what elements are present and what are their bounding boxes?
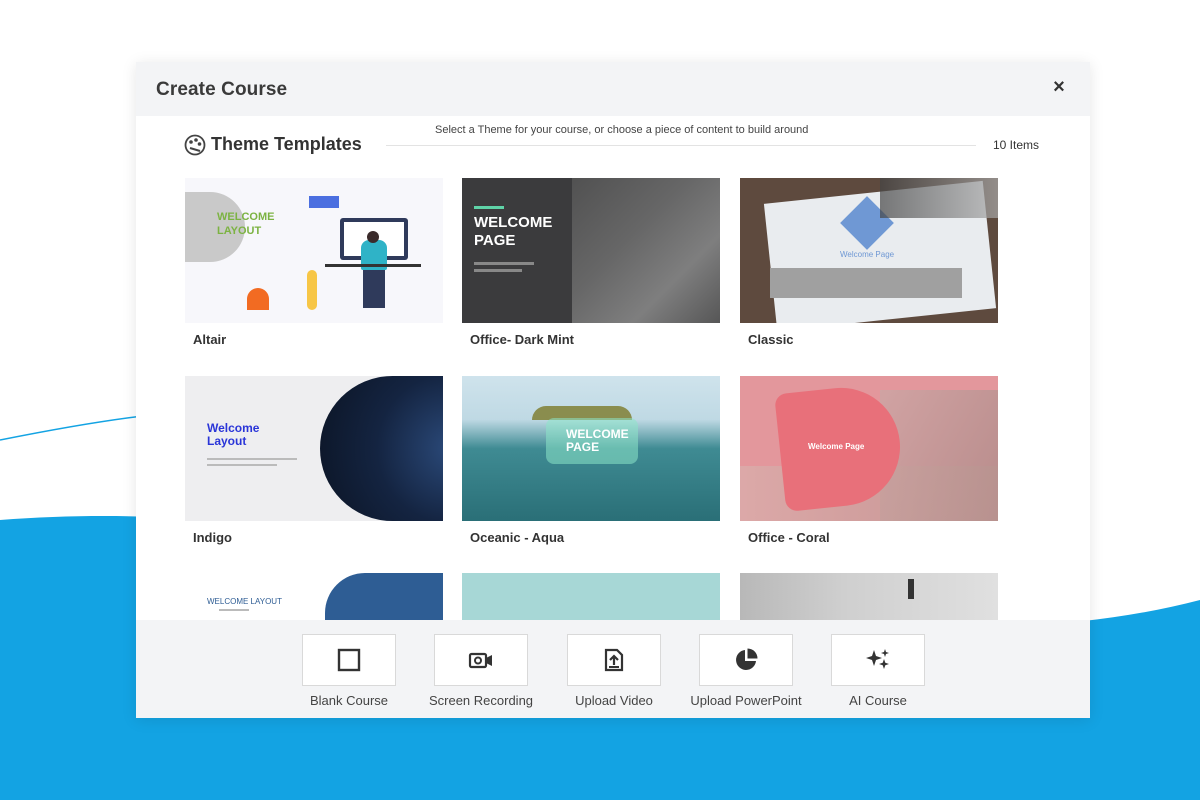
- instruction-text: Select a Theme for your course, or choos…: [435, 124, 809, 136]
- theme-thumbnail[interactable]: Welcome Page: [740, 376, 998, 521]
- dialog-header: Create Course ×: [136, 62, 1090, 116]
- theme-name: Office- Dark Mint: [470, 332, 575, 347]
- ai-course-button[interactable]: [831, 634, 925, 686]
- theme-name: Altair: [193, 332, 227, 347]
- upload-video-button[interactable]: [567, 634, 661, 686]
- theme-name: Oceanic - Aqua: [470, 530, 565, 545]
- theme-thumbnail[interactable]: WELCOME PAGE: [462, 376, 720, 521]
- option-label: Upload Video: [575, 693, 653, 708]
- theme-grid: WELCOME LAYOUT Altair WELCOME PAGE Offic…: [185, 178, 1015, 622]
- theme-thumbnail[interactable]: WELCOME LAYOUT: [185, 178, 443, 323]
- sparkles-icon: [866, 649, 889, 669]
- palette-icon: [184, 134, 206, 156]
- thumb-title: WELCOME PAGE: [474, 214, 553, 249]
- thumb-title: Welcome Page: [840, 250, 895, 259]
- video-camera-icon: [468, 652, 492, 669]
- close-button[interactable]: ×: [1048, 76, 1070, 98]
- theme-name: Classic: [748, 332, 794, 347]
- theme-templates-header: Theme Templates Select a Theme for your …: [136, 116, 1090, 166]
- item-count: 10 Items: [993, 138, 1040, 152]
- theme-thumbnail[interactable]: WELCOME LAYOUT: [185, 573, 443, 622]
- theme-thumbnail[interactable]: Welcome Layout: [185, 376, 443, 521]
- theme-thumbnail[interactable]: [740, 573, 998, 622]
- pie-chart-icon: [736, 648, 758, 670]
- theme-thumbnail[interactable]: [462, 573, 720, 622]
- theme-name: Office - Coral: [748, 530, 830, 545]
- thumb-title: Welcome Page: [808, 442, 865, 451]
- thumb-title: WELCOME PAGE: [566, 427, 629, 454]
- upload-powerpoint-button[interactable]: [699, 634, 793, 686]
- theme-thumbnail[interactable]: Welcome Page: [740, 178, 998, 323]
- theme-thumbnail[interactable]: WELCOME PAGE: [462, 178, 720, 323]
- divider: [386, 145, 976, 146]
- theme-name: Indigo: [193, 530, 232, 545]
- dialog-title: Create Course: [156, 79, 288, 100]
- square-icon: [337, 648, 361, 672]
- content-options-bar: Blank Course Screen Recording Upload Vid…: [136, 620, 1090, 718]
- blank-course-button[interactable]: [302, 634, 396, 686]
- option-label: Blank Course: [309, 693, 389, 708]
- screen-recording-button[interactable]: [434, 634, 528, 686]
- thumb-title: Welcome Layout: [207, 421, 260, 448]
- option-label: Upload PowerPoint: [690, 693, 802, 708]
- option-label: AI Course: [849, 693, 907, 708]
- create-course-dialog: Create Course × Theme Templates Select a…: [136, 62, 1090, 718]
- upload-file-icon: [604, 648, 624, 672]
- option-label: Screen Recording: [428, 693, 534, 708]
- section-title: Theme Templates: [211, 134, 362, 154]
- thumb-title: WELCOME LAYOUT: [207, 597, 282, 606]
- thumb-title: WELCOME LAYOUT: [217, 211, 275, 237]
